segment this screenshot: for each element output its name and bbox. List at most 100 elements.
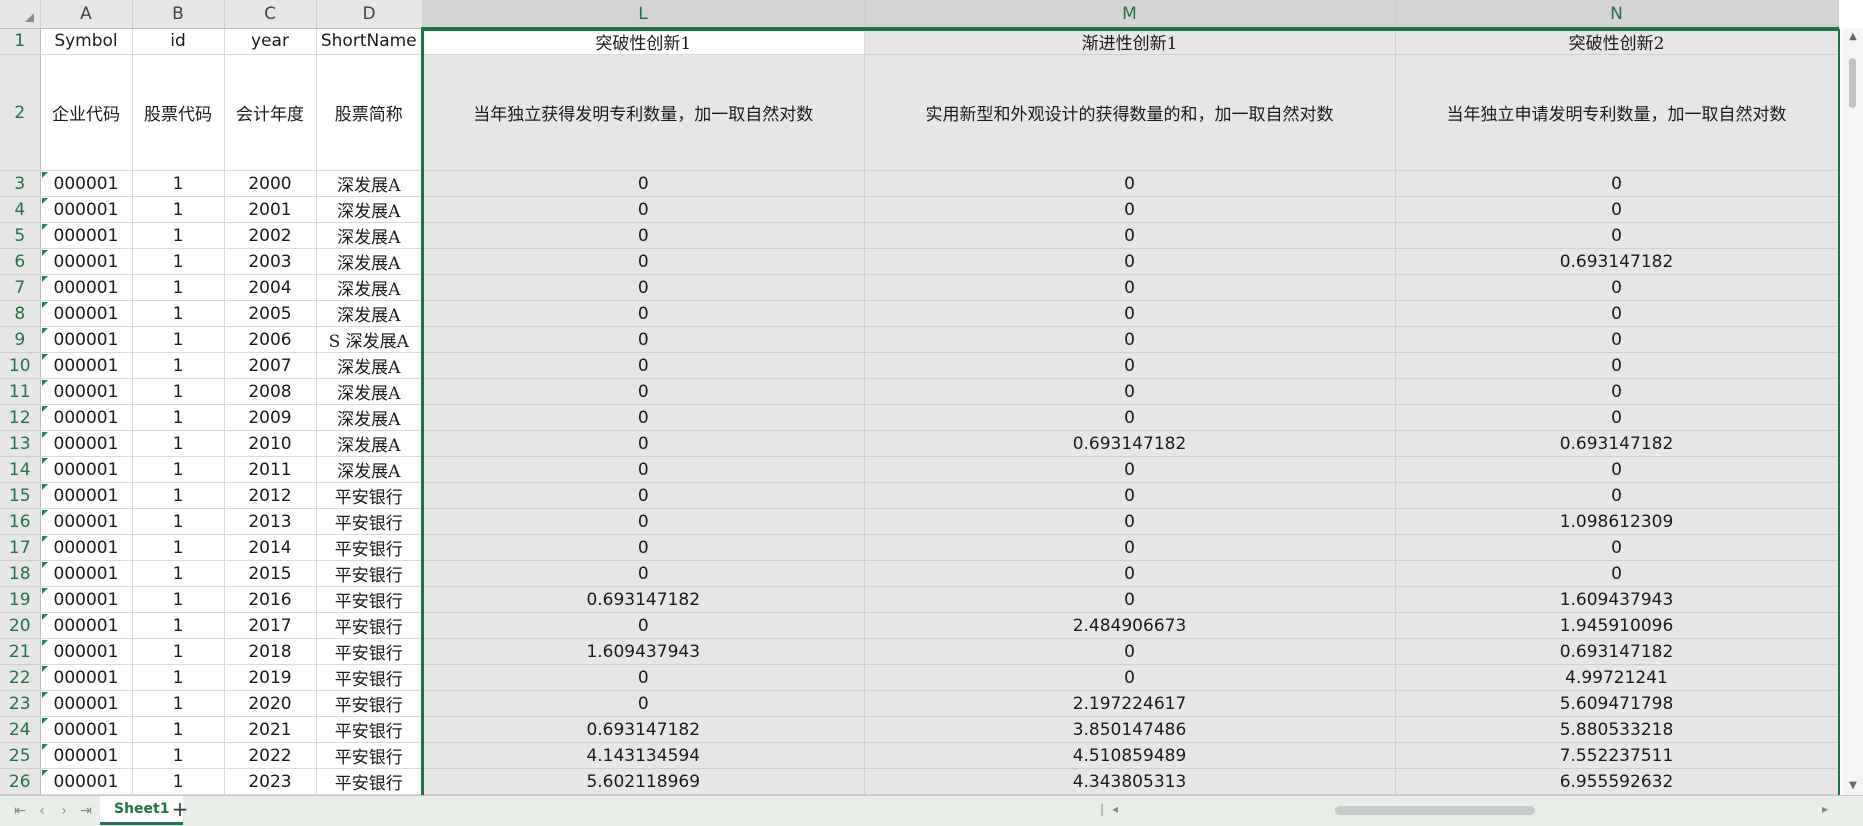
table-cell[interactable]: 0 bbox=[864, 456, 1396, 483]
scroll-up-icon[interactable]: ▲ bbox=[1843, 28, 1863, 46]
cell-desc-b[interactable]: 股票代码 bbox=[132, 54, 225, 171]
table-cell[interactable]: 1.609437943 bbox=[1395, 586, 1839, 613]
table-cell[interactable]: 2004 bbox=[224, 274, 317, 301]
table-cell[interactable]: 0 bbox=[421, 248, 865, 275]
table-cell[interactable]: 2006 bbox=[224, 326, 317, 353]
table-cell[interactable]: 1 bbox=[132, 196, 225, 223]
table-cell[interactable]: 0.693147182 bbox=[864, 430, 1396, 457]
row-header[interactable]: 17 bbox=[0, 534, 41, 561]
table-cell[interactable]: 1 bbox=[132, 326, 225, 353]
table-cell[interactable]: 0 bbox=[421, 430, 865, 457]
table-cell[interactable]: 0 bbox=[864, 534, 1396, 561]
table-cell[interactable]: 1 bbox=[132, 274, 225, 301]
table-cell[interactable]: 0 bbox=[1395, 560, 1839, 587]
table-cell[interactable]: 2019 bbox=[224, 664, 317, 691]
table-cell[interactable]: 000001 bbox=[40, 508, 133, 535]
table-cell[interactable]: 0 bbox=[864, 274, 1396, 301]
table-cell[interactable]: 4.343805313 bbox=[864, 768, 1396, 795]
table-cell[interactable]: 1 bbox=[132, 378, 225, 405]
table-cell[interactable]: 0 bbox=[421, 456, 865, 483]
table-cell[interactable]: 1 bbox=[132, 534, 225, 561]
table-cell[interactable]: 2016 bbox=[224, 586, 317, 613]
table-cell[interactable]: 1 bbox=[132, 560, 225, 587]
table-cell[interactable]: 0 bbox=[1395, 352, 1839, 379]
table-cell[interactable]: 000001 bbox=[40, 742, 133, 769]
next-sheet-icon[interactable]: › bbox=[54, 802, 74, 820]
cell-symbol-header[interactable]: Symbol bbox=[40, 28, 133, 55]
table-cell[interactable]: 平安银行 bbox=[316, 612, 423, 639]
table-cell[interactable]: 2005 bbox=[224, 300, 317, 327]
table-cell[interactable]: 0 bbox=[421, 482, 865, 509]
row-header[interactable]: 8 bbox=[0, 300, 41, 327]
table-cell[interactable]: 0 bbox=[864, 638, 1396, 665]
table-cell[interactable]: 0 bbox=[864, 248, 1396, 275]
table-cell[interactable]: 1 bbox=[132, 508, 225, 535]
cell-desc-l[interactable]: 当年独立获得发明专利数量，加一取自然对数 bbox=[421, 54, 865, 171]
table-cell[interactable]: 1 bbox=[132, 716, 225, 743]
table-cell[interactable]: 0 bbox=[1395, 170, 1839, 197]
cell-header-n[interactable]: 突破性创新2 bbox=[1395, 28, 1839, 55]
row-header[interactable]: 4 bbox=[0, 196, 41, 223]
table-cell[interactable]: 1 bbox=[132, 456, 225, 483]
table-cell[interactable]: 000001 bbox=[40, 768, 133, 795]
table-cell[interactable]: 0.693147182 bbox=[421, 586, 865, 613]
table-cell[interactable]: 平安银行 bbox=[316, 742, 423, 769]
table-cell[interactable]: 0 bbox=[864, 664, 1396, 691]
prev-sheet-icon[interactable]: ‹ bbox=[32, 802, 52, 820]
table-cell[interactable]: 2020 bbox=[224, 690, 317, 717]
table-cell[interactable]: 2014 bbox=[224, 534, 317, 561]
table-cell[interactable]: 0 bbox=[421, 612, 865, 639]
table-cell[interactable]: 平安银行 bbox=[316, 560, 423, 587]
table-cell[interactable]: 1 bbox=[132, 586, 225, 613]
table-cell[interactable]: 0 bbox=[864, 378, 1396, 405]
active-cell[interactable]: 突破性创新1 bbox=[421, 28, 865, 55]
table-cell[interactable]: 0 bbox=[421, 664, 865, 691]
cell-desc-d[interactable]: 股票简称 bbox=[316, 54, 423, 171]
table-cell[interactable]: 1 bbox=[132, 404, 225, 431]
col-header-b[interactable]: B bbox=[132, 0, 225, 29]
table-cell[interactable]: 1 bbox=[132, 768, 225, 795]
table-cell[interactable]: 000001 bbox=[40, 404, 133, 431]
table-cell[interactable]: 0 bbox=[1395, 378, 1839, 405]
table-cell[interactable]: 2008 bbox=[224, 378, 317, 405]
last-sheet-icon[interactable]: ⇥ bbox=[76, 802, 96, 820]
table-cell[interactable]: 000001 bbox=[40, 248, 133, 275]
table-cell[interactable]: 000001 bbox=[40, 690, 133, 717]
table-cell[interactable]: 2021 bbox=[224, 716, 317, 743]
table-cell[interactable]: 1 bbox=[132, 430, 225, 457]
table-cell[interactable]: 0 bbox=[864, 404, 1396, 431]
table-cell[interactable]: 深发展A bbox=[316, 196, 423, 223]
row-header[interactable]: 6 bbox=[0, 248, 41, 275]
table-cell[interactable]: 0 bbox=[421, 404, 865, 431]
row-header[interactable]: 5 bbox=[0, 222, 41, 249]
table-cell[interactable]: 0 bbox=[421, 378, 865, 405]
table-cell[interactable]: 2015 bbox=[224, 560, 317, 587]
table-cell[interactable]: 000001 bbox=[40, 430, 133, 457]
cell-desc-n[interactable]: 当年独立申请发明专利数量，加一取自然对数 bbox=[1395, 54, 1839, 171]
table-cell[interactable]: 0 bbox=[421, 300, 865, 327]
table-cell[interactable]: 1 bbox=[132, 482, 225, 509]
table-cell[interactable]: 0 bbox=[1395, 326, 1839, 353]
table-cell[interactable]: 1 bbox=[132, 742, 225, 769]
table-cell[interactable]: 0.693147182 bbox=[421, 716, 865, 743]
table-cell[interactable]: 0 bbox=[1395, 456, 1839, 483]
table-cell[interactable]: 0 bbox=[864, 222, 1396, 249]
table-cell[interactable]: 000001 bbox=[40, 456, 133, 483]
table-cell[interactable]: 1 bbox=[132, 170, 225, 197]
row-header[interactable]: 18 bbox=[0, 560, 41, 587]
table-cell[interactable]: 4.510859489 bbox=[864, 742, 1396, 769]
split-handle-icon[interactable]: | bbox=[1100, 802, 1104, 818]
cell-desc-m[interactable]: 实用新型和外观设计的获得数量的和，加一取自然对数 bbox=[864, 54, 1396, 171]
row-header[interactable]: 2 bbox=[0, 54, 41, 171]
table-cell[interactable]: 000001 bbox=[40, 612, 133, 639]
table-cell[interactable]: 0 bbox=[421, 274, 865, 301]
table-cell[interactable]: 0 bbox=[1395, 222, 1839, 249]
row-header[interactable]: 10 bbox=[0, 352, 41, 379]
table-cell[interactable]: 000001 bbox=[40, 586, 133, 613]
row-header[interactable]: 19 bbox=[0, 586, 41, 613]
table-cell[interactable]: 5.602118969 bbox=[421, 768, 865, 795]
table-cell[interactable]: 0 bbox=[421, 170, 865, 197]
table-cell[interactable]: 0 bbox=[1395, 196, 1839, 223]
add-sheet-button[interactable]: + bbox=[170, 798, 190, 820]
table-cell[interactable]: 2009 bbox=[224, 404, 317, 431]
